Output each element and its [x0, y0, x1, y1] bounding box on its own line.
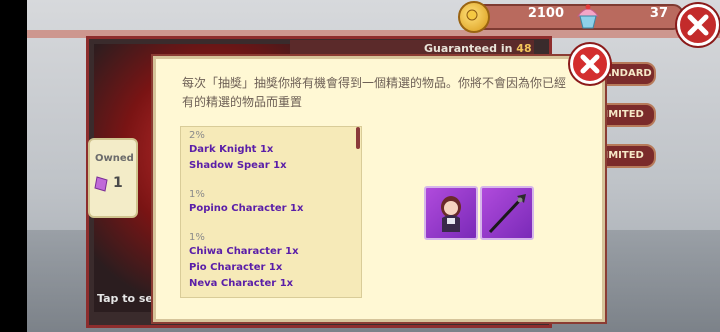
list-item: Shadow Spear 1x [189, 160, 287, 171]
tap-hint: Tap to se [97, 292, 153, 305]
close-screen-button[interactable] [677, 4, 719, 46]
rate-group: 1% Chiwa Character 1x Pio Character 1x N… [189, 231, 361, 292]
close-modal-button[interactable] [570, 44, 610, 84]
modal-description: 每次「抽獎」抽獎你將有機會得到一個精選的物品。你將不會因為你已經有的精選的物品而… [182, 76, 567, 109]
rate-percent: 1% [189, 189, 205, 200]
reward-spear-weapon[interactable] [480, 186, 534, 240]
reward-character-portrait[interactable] [424, 186, 478, 240]
close-icon [580, 54, 600, 74]
close-icon [687, 14, 709, 36]
list-item: Popino Character 1x [189, 203, 304, 214]
coin-icon [458, 1, 490, 33]
list-scrollbar[interactable] [356, 127, 360, 149]
coin-count: 2100 [527, 6, 564, 21]
spear-icon [488, 194, 526, 234]
ticket-icon [94, 176, 108, 192]
owned-label: Owned [95, 153, 134, 164]
list-item: Neva Character 1x [189, 278, 294, 289]
list-item: Dark Knight 1x [189, 144, 274, 155]
list-item: Pio Character 1x [189, 262, 283, 273]
rate-group: 1% Popino Character 1x [189, 188, 361, 217]
cupcake-icon [577, 4, 599, 29]
guarantee-count: 48 [516, 42, 532, 55]
rate-percent: 2% [189, 130, 205, 141]
rate-group: 2% Dark Knight 1x Shadow Spear 1x [189, 129, 361, 174]
cake-count: 37 [649, 6, 668, 21]
owned-count: 1 [113, 175, 123, 191]
guarantee-label: Guaranteed in [424, 42, 513, 55]
letterbox-left [0, 0, 27, 332]
game-screen: 2100 37 Guaranteed in 48 Owned 1 Tap to … [0, 0, 720, 332]
guarantee-text: Guaranteed in 48 [424, 42, 532, 55]
character-icon [441, 196, 461, 232]
drop-rate-list[interactable]: 2% Dark Knight 1x Shadow Spear 1x 1% Pop… [180, 126, 362, 298]
list-item: Chiwa Character 1x [189, 246, 299, 257]
rate-percent: 1% [189, 232, 205, 243]
